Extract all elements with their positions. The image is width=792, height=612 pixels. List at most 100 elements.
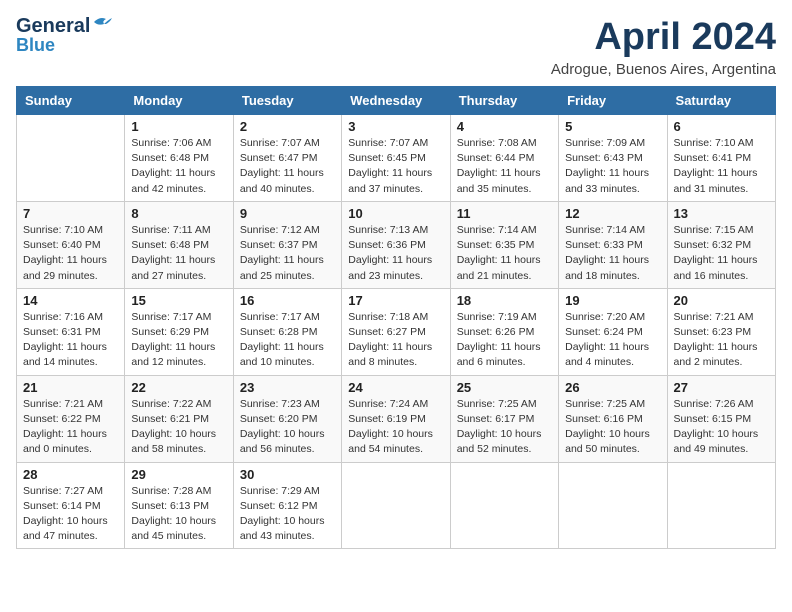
calendar-cell: 24Sunrise: 7:24 AM Sunset: 6:19 PM Dayli… <box>342 375 450 462</box>
calendar-cell: 26 Sunrise: 7:25 AM Sunset: 6:16 PM Dayli… <box>559 375 667 462</box>
day-info: Sunrise: 7:28 AM Sunset: 6:13 PM Dayligh… <box>131 484 226 545</box>
header: General Blue April 2024 Adrogue, Buenos … <box>16 16 776 78</box>
day-info: Sunrise: 7:27 AM Sunset: 6:14 PM Dayligh… <box>23 484 118 545</box>
day-info: Sunrise: 7:08 AM Sunset: 6:44 PM Dayligh… <box>457 136 552 197</box>
day-info: Sunrise: 7:14 AM Sunset: 6:33 PM Dayligh… <box>565 223 660 284</box>
day-number: 28 <box>23 467 118 482</box>
calendar-cell: 23 Sunrise: 7:23 AM Sunset: 6:20 PM Dayli… <box>233 375 341 462</box>
day-number: 2 <box>240 119 335 134</box>
calendar-cell <box>450 462 558 549</box>
title-area: April 2024 Adrogue, Buenos Aires, Argent… <box>551 16 776 78</box>
day-number: 25 <box>457 380 552 395</box>
weekday-header-row: SundayMondayTuesdayWednesdayThursdayFrid… <box>17 87 776 115</box>
day-info: Sunrise: 7:16 AM Sunset: 6:31 PM Dayligh… <box>23 310 118 371</box>
calendar-cell: 4 Sunrise: 7:08 AM Sunset: 6:44 PM Daylig… <box>450 115 558 202</box>
weekday-header-friday: Friday <box>559 87 667 115</box>
calendar-cell: 20Sunrise: 7:21 AM Sunset: 6:23 PM Dayli… <box>667 288 775 375</box>
day-info: Sunrise: 7:29 AM Sunset: 6:12 PM Dayligh… <box>240 484 335 545</box>
day-number: 14 <box>23 293 118 308</box>
day-info: Sunrise: 7:25 AM Sunset: 6:17 PM Dayligh… <box>457 397 552 458</box>
calendar-cell: 28 Sunrise: 7:27 AM Sunset: 6:14 PM Dayli… <box>17 462 125 549</box>
calendar-cell: 13 Sunrise: 7:15 AM Sunset: 6:32 PM Dayli… <box>667 201 775 288</box>
location-subtitle: Adrogue, Buenos Aires, Argentina <box>551 61 776 78</box>
weekday-header-sunday: Sunday <box>17 87 125 115</box>
calendar-cell: 10 Sunrise: 7:13 AM Sunset: 6:36 PM Dayli… <box>342 201 450 288</box>
day-info: Sunrise: 7:18 AM Sunset: 6:27 PM Dayligh… <box>348 310 443 371</box>
day-number: 11 <box>457 206 552 221</box>
weekday-header-saturday: Saturday <box>667 87 775 115</box>
calendar-cell: 22 Sunrise: 7:22 AM Sunset: 6:21 PM Dayli… <box>125 375 233 462</box>
day-info: Sunrise: 7:12 AM Sunset: 6:37 PM Dayligh… <box>240 223 335 284</box>
calendar-cell: 14 Sunrise: 7:16 AM Sunset: 6:31 PM Dayli… <box>17 288 125 375</box>
day-info: Sunrise: 7:11 AM Sunset: 6:48 PM Dayligh… <box>131 223 226 284</box>
day-info: Sunrise: 7:15 AM Sunset: 6:32 PM Dayligh… <box>674 223 769 284</box>
calendar-cell <box>342 462 450 549</box>
day-info: Sunrise: 7:23 AM Sunset: 6:20 PM Dayligh… <box>240 397 335 458</box>
day-info: Sunrise: 7:26 AM Sunset: 6:15 PM Dayligh… <box>674 397 769 458</box>
day-number: 7 <box>23 206 118 221</box>
calendar-cell <box>559 462 667 549</box>
calendar-week-row: 14 Sunrise: 7:16 AM Sunset: 6:31 PM Dayli… <box>17 288 776 375</box>
calendar-cell: 3 Sunrise: 7:07 AM Sunset: 6:45 PM Daylig… <box>342 115 450 202</box>
calendar-cell: 17 Sunrise: 7:18 AM Sunset: 6:27 PM Dayli… <box>342 288 450 375</box>
calendar-week-row: 7 Sunrise: 7:10 AM Sunset: 6:40 PM Daylig… <box>17 201 776 288</box>
calendar-cell: 8 Sunrise: 7:11 AM Sunset: 6:48 PM Daylig… <box>125 201 233 288</box>
calendar-cell <box>17 115 125 202</box>
calendar-cell: 9 Sunrise: 7:12 AM Sunset: 6:37 PM Daylig… <box>233 201 341 288</box>
day-number: 4 <box>457 119 552 134</box>
calendar-week-row: 28 Sunrise: 7:27 AM Sunset: 6:14 PM Dayli… <box>17 462 776 549</box>
day-number: 23 <box>240 380 335 395</box>
day-number: 10 <box>348 206 443 221</box>
day-number: 19 <box>565 293 660 308</box>
day-info: Sunrise: 7:10 AM Sunset: 6:41 PM Dayligh… <box>674 136 769 197</box>
logo-bird-icon <box>92 14 114 34</box>
day-info: Sunrise: 7:25 AM Sunset: 6:16 PM Dayligh… <box>565 397 660 458</box>
calendar-cell: 2Sunrise: 7:07 AM Sunset: 6:47 PM Daylig… <box>233 115 341 202</box>
day-info: Sunrise: 7:17 AM Sunset: 6:29 PM Dayligh… <box>131 310 226 371</box>
day-info: Sunrise: 7:22 AM Sunset: 6:21 PM Dayligh… <box>131 397 226 458</box>
logo: General Blue <box>16 16 114 54</box>
calendar-cell: 29Sunrise: 7:28 AM Sunset: 6:13 PM Dayli… <box>125 462 233 549</box>
day-number: 27 <box>674 380 769 395</box>
day-info: Sunrise: 7:14 AM Sunset: 6:35 PM Dayligh… <box>457 223 552 284</box>
day-number: 22 <box>131 380 226 395</box>
day-number: 9 <box>240 206 335 221</box>
day-number: 8 <box>131 206 226 221</box>
day-number: 16 <box>240 293 335 308</box>
day-info: Sunrise: 7:10 AM Sunset: 6:40 PM Dayligh… <box>23 223 118 284</box>
calendar-cell: 6Sunrise: 7:10 AM Sunset: 6:41 PM Daylig… <box>667 115 775 202</box>
day-number: 26 <box>565 380 660 395</box>
day-number: 30 <box>240 467 335 482</box>
day-info: Sunrise: 7:13 AM Sunset: 6:36 PM Dayligh… <box>348 223 443 284</box>
calendar-cell: 21Sunrise: 7:21 AM Sunset: 6:22 PM Dayli… <box>17 375 125 462</box>
calendar-cell: 30 Sunrise: 7:29 AM Sunset: 6:12 PM Dayli… <box>233 462 341 549</box>
weekday-header-monday: Monday <box>125 87 233 115</box>
calendar-cell: 7 Sunrise: 7:10 AM Sunset: 6:40 PM Daylig… <box>17 201 125 288</box>
day-number: 3 <box>348 119 443 134</box>
calendar-cell: 25 Sunrise: 7:25 AM Sunset: 6:17 PM Dayli… <box>450 375 558 462</box>
day-number: 12 <box>565 206 660 221</box>
calendar-cell: 11 Sunrise: 7:14 AM Sunset: 6:35 PM Dayli… <box>450 201 558 288</box>
calendar-table: SundayMondayTuesdayWednesdayThursdayFrid… <box>16 86 776 549</box>
weekday-header-wednesday: Wednesday <box>342 87 450 115</box>
day-info: Sunrise: 7:09 AM Sunset: 6:43 PM Dayligh… <box>565 136 660 197</box>
calendar-cell: 12 Sunrise: 7:14 AM Sunset: 6:33 PM Dayli… <box>559 201 667 288</box>
day-number: 15 <box>131 293 226 308</box>
day-number: 17 <box>348 293 443 308</box>
day-info: Sunrise: 7:07 AM Sunset: 6:45 PM Dayligh… <box>348 136 443 197</box>
calendar-week-row: 21Sunrise: 7:21 AM Sunset: 6:22 PM Dayli… <box>17 375 776 462</box>
day-number: 20 <box>674 293 769 308</box>
day-number: 1 <box>131 119 226 134</box>
calendar-cell: 18Sunrise: 7:19 AM Sunset: 6:26 PM Dayli… <box>450 288 558 375</box>
calendar-cell: 15 Sunrise: 7:17 AM Sunset: 6:29 PM Dayli… <box>125 288 233 375</box>
day-info: Sunrise: 7:20 AM Sunset: 6:24 PM Dayligh… <box>565 310 660 371</box>
day-number: 13 <box>674 206 769 221</box>
day-info: Sunrise: 7:21 AM Sunset: 6:22 PM Dayligh… <box>23 397 118 458</box>
day-info: Sunrise: 7:06 AM Sunset: 6:48 PM Dayligh… <box>131 136 226 197</box>
calendar-cell <box>667 462 775 549</box>
logo-general: General <box>16 15 90 37</box>
month-title: April 2024 <box>551 16 776 59</box>
calendar-cell: 1 Sunrise: 7:06 AM Sunset: 6:48 PM Daylig… <box>125 115 233 202</box>
day-number: 5 <box>565 119 660 134</box>
day-info: Sunrise: 7:24 AM Sunset: 6:19 PM Dayligh… <box>348 397 443 458</box>
